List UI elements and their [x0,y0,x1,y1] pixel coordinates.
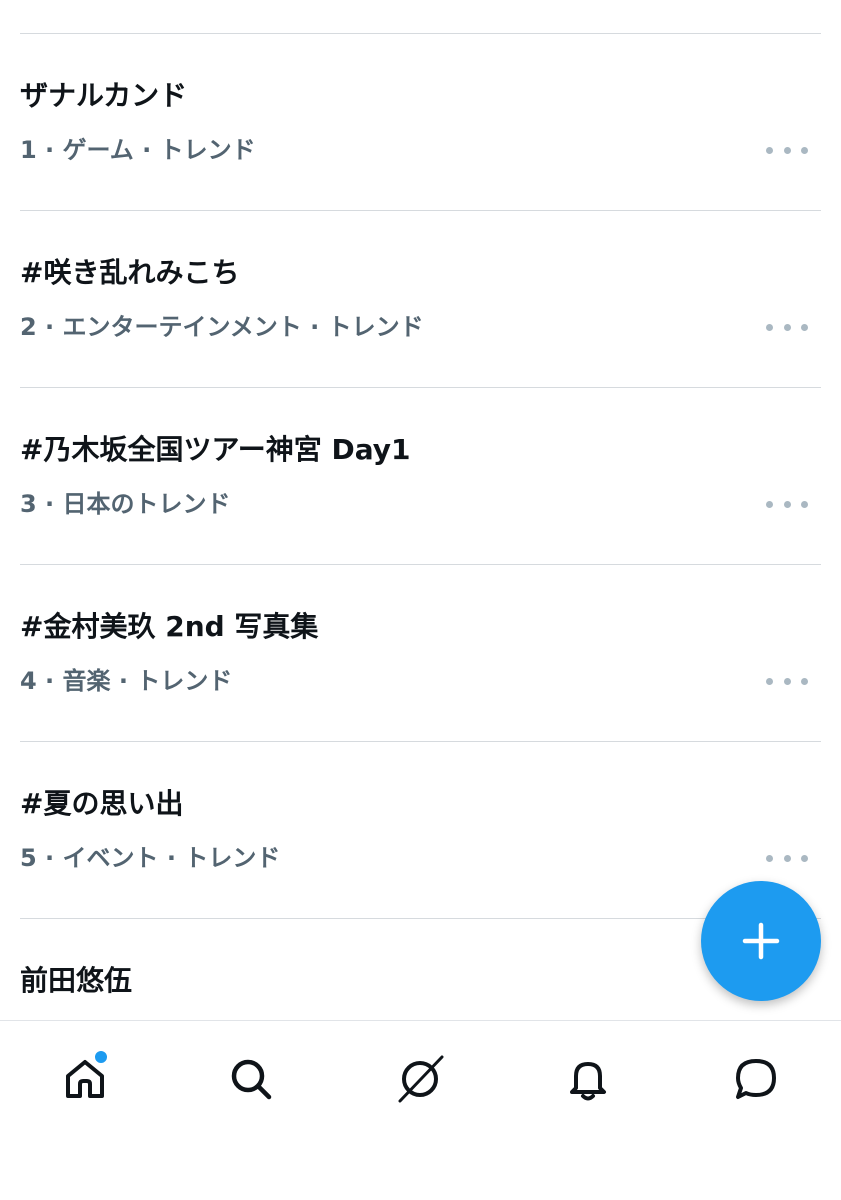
trend-title: #咲き乱れみこち [20,256,240,289]
more-dot [783,323,791,331]
nav-notifications-button[interactable] [558,1049,618,1109]
more-dot [801,854,808,862]
more-dot [801,500,808,508]
trend-meta: 5 · イベント · トレンド [20,844,281,872]
more-dot [783,146,791,154]
bell-icon [570,1062,606,1101]
more-dot [801,146,808,154]
nav-search-button[interactable] [221,1049,281,1109]
more-options-button[interactable] [766,667,808,695]
more-dot [801,677,808,685]
chat-bubble-icon [736,1059,776,1099]
trend-meta: 2 · エンターテインメント · トレンド [20,313,424,341]
more-horizontal-icon [766,677,773,685]
more-dot [783,854,791,862]
trend-item[interactable]: ザナルカンド 1 · ゲーム · トレンド [0,34,841,210]
more-horizontal-icon [766,146,773,154]
nav-messages-button[interactable] [726,1049,786,1109]
bottom-navigation [0,1020,841,1200]
nav-spaces-button[interactable] [390,1049,450,1109]
more-horizontal-icon [766,323,773,331]
more-options-button[interactable] [766,844,808,872]
more-dot [783,500,791,508]
trend-item[interactable]: #乃木坂全国ツアー神宮 Day1 3 · 日本のトレンド [0,388,841,564]
trend-meta: 4 · 音楽 · トレンド [20,667,233,695]
nav-home-button[interactable] [55,1049,115,1109]
trend-meta: 3 · 日本のトレンド [20,490,231,518]
search-icon [231,1059,272,1100]
more-options-button[interactable] [766,313,808,341]
trend-title: ザナルカンド [20,79,188,112]
more-options-button[interactable] [766,136,808,164]
more-dot [801,323,808,331]
more-options-button[interactable] [766,490,808,518]
slash-circle-icon [398,1055,444,1103]
trend-title: #夏の思い出 [20,787,184,820]
trend-item[interactable]: #夏の思い出 5 · イベント · トレンド [0,742,841,918]
compose-button[interactable] [701,881,821,1001]
trend-meta: 1 · ゲーム · トレンド [20,136,256,164]
more-horizontal-icon [766,500,773,508]
trend-title: 前田悠伍 [20,964,133,997]
explore-trends-screen: ザナルカンド 1 · ゲーム · トレンド #咲き乱れみこち 2 · エンターテ… [0,0,841,1200]
notification-dot [93,1049,109,1065]
plus-icon [742,922,780,960]
trend-item[interactable]: #金村美玖 2nd 写真集 4 · 音楽 · トレンド [0,565,841,741]
trend-list: ザナルカンド 1 · ゲーム · トレンド #咲き乱れみこち 2 · エンターテ… [0,0,841,1020]
more-dot [783,677,791,685]
trend-item[interactable]: #咲き乱れみこち 2 · エンターテインメント · トレンド [0,211,841,387]
trend-title: #金村美玖 2nd 写真集 [20,610,319,643]
more-horizontal-icon [766,854,773,862]
trend-title: #乃木坂全国ツアー神宮 Day1 [20,433,411,466]
